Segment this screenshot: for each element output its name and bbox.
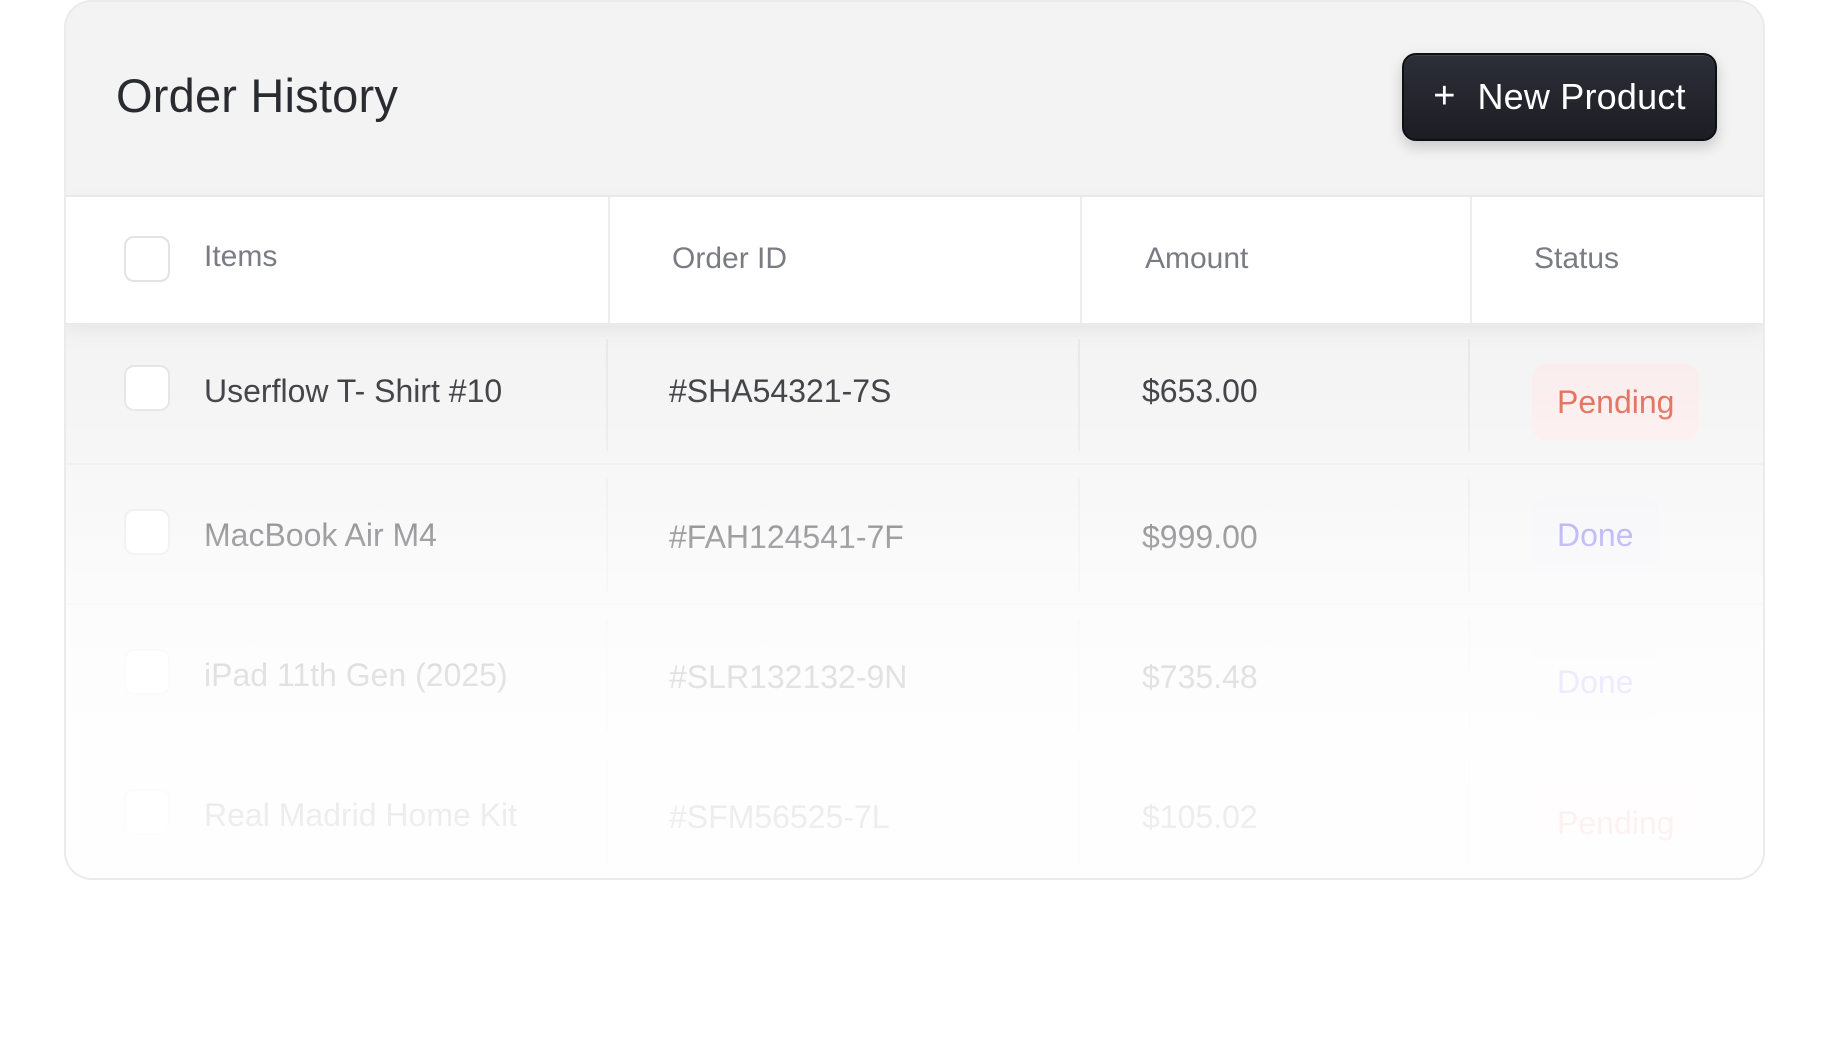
row-checkbox[interactable] (124, 365, 170, 411)
card-header: Order History + New Product (66, 2, 1763, 195)
status-badge: Done (1532, 497, 1659, 573)
amount: $999.00 (1142, 519, 1258, 555)
column-divider (1470, 197, 1472, 323)
column-divider (606, 759, 608, 871)
table-row[interactable]: Real Madrid Home Kit #SFM56525-7L $105.0… (66, 745, 1763, 878)
table-row[interactable]: iPad 11th Gen (2025) #SLR132132-9N $735.… (66, 605, 1763, 745)
column-divider (1468, 339, 1470, 451)
column-divider (606, 479, 608, 591)
column-header-items: Items (204, 240, 278, 273)
page-title: Order History (116, 69, 399, 122)
select-all-checkbox[interactable] (124, 236, 170, 282)
item-name: Userflow T- Shirt #10 (204, 373, 503, 409)
column-divider (1078, 619, 1080, 731)
item-name: Real Madrid Home Kit (204, 797, 517, 833)
column-header-order-id: Order ID (672, 242, 788, 275)
table-row[interactable]: Userflow T- Shirt #10 #SHA54321-7S $653.… (66, 325, 1763, 465)
row-checkbox[interactable] (124, 789, 170, 835)
column-divider (1078, 759, 1080, 871)
amount: $105.02 (1142, 799, 1258, 835)
column-divider (1468, 619, 1470, 731)
new-product-button[interactable]: + New Product (1402, 53, 1717, 141)
order-id: #SLR132132-9N (669, 659, 908, 695)
column-header-amount: Amount (1145, 242, 1249, 275)
order-id: #SHA54321-7S (669, 373, 892, 409)
column-divider (1078, 339, 1080, 451)
status-badge: Pending (1532, 785, 1700, 861)
column-divider (606, 619, 608, 731)
column-divider (1468, 479, 1470, 591)
plus-icon: + (1433, 74, 1456, 117)
amount: $653.00 (1142, 373, 1258, 409)
item-name: MacBook Air M4 (204, 517, 437, 553)
table-body: Userflow T- Shirt #10 #SHA54321-7S $653.… (66, 325, 1763, 878)
column-divider (1468, 759, 1470, 871)
order-id: #FAH124541-7F (669, 519, 904, 555)
order-id: #SFM56525-7L (669, 799, 890, 835)
table-row[interactable]: MacBook Air M4 #FAH124541-7F $999.00 Don… (66, 465, 1763, 605)
row-checkbox[interactable] (124, 649, 170, 695)
column-header-status: Status (1534, 242, 1620, 275)
column-divider (1080, 197, 1082, 323)
new-product-label: New Product (1477, 76, 1686, 117)
column-divider (608, 197, 610, 323)
order-history-card: Order History + New Product Items Order … (64, 0, 1765, 880)
amount: $735.48 (1142, 659, 1258, 695)
row-checkbox[interactable] (124, 509, 170, 555)
column-divider (606, 339, 608, 451)
item-name: iPad 11th Gen (2025) (204, 657, 508, 693)
status-badge: Pending (1532, 364, 1700, 440)
column-divider (1078, 479, 1080, 591)
table-header: Items Order ID Amount Status (66, 195, 1763, 325)
status-badge: Done (1532, 644, 1659, 720)
